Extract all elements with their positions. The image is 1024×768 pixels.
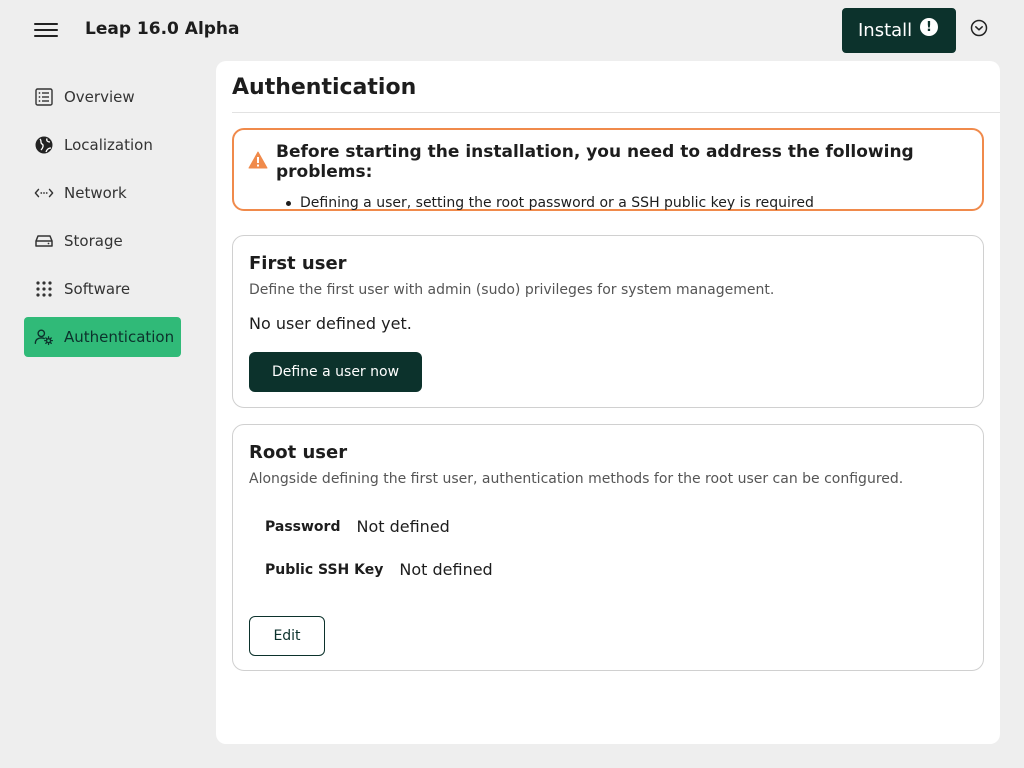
install-warning-icon: ! xyxy=(920,18,938,36)
sidebar-item-network[interactable]: Network xyxy=(24,173,181,213)
sidebar-item-storage[interactable]: Storage xyxy=(24,221,181,261)
app-title: Leap 16.0 Alpha xyxy=(85,19,240,39)
globe-icon xyxy=(34,135,54,155)
main-panel: Authentication Before starting the insta… xyxy=(216,61,1000,744)
network-icon xyxy=(34,183,54,203)
warning-icon xyxy=(248,151,268,173)
sidebar-item-software[interactable]: Software xyxy=(24,269,181,309)
sidebar-item-overview[interactable]: Overview xyxy=(24,77,181,117)
install-button[interactable]: Install ! xyxy=(842,8,956,53)
menu-toggle-icon[interactable] xyxy=(34,20,58,40)
first-user-title: First user xyxy=(249,253,347,274)
title-divider xyxy=(232,112,1000,113)
storage-icon xyxy=(34,231,54,251)
warning-alert: Before starting the installation, you ne… xyxy=(232,128,984,211)
sidebar-item-localization[interactable]: Localization xyxy=(24,125,181,165)
sidebar-item-label: Storage xyxy=(64,232,123,250)
apps-grid-icon xyxy=(34,279,54,299)
root-password-row: Password Not defined xyxy=(265,517,450,536)
sidebar-item-label: Network xyxy=(64,184,127,202)
first-user-status: No user defined yet. xyxy=(249,314,412,333)
sidebar-nav: Overview Localization Network Storage So… xyxy=(24,77,184,365)
alert-list-item: Defining a user, setting the root passwo… xyxy=(286,195,968,211)
root-user-title: Root user xyxy=(249,442,348,463)
alert-title: Before starting the installation, you ne… xyxy=(276,142,914,182)
edit-root-button[interactable]: Edit xyxy=(249,616,325,656)
sidebar-item-label: Software xyxy=(64,280,131,298)
ssh-key-label: Public SSH Key xyxy=(265,561,384,578)
password-value: Not defined xyxy=(356,517,450,536)
install-button-label: Install xyxy=(858,20,913,41)
top-bar: Leap 16.0 Alpha Install ! xyxy=(0,0,1024,60)
password-label: Password xyxy=(265,518,341,535)
alert-item-text: Defining a user, setting the root passwo… xyxy=(300,195,814,211)
sidebar-item-label: Localization xyxy=(64,136,153,154)
first-user-description: Define the first user with admin (sudo) … xyxy=(249,282,775,298)
chevron-down-icon[interactable] xyxy=(969,18,989,38)
sidebar-item-authentication[interactable]: Authentication xyxy=(24,317,181,357)
sidebar-item-label: Authentication xyxy=(64,328,175,346)
root-ssh-key-row: Public SSH Key Not defined xyxy=(265,560,493,579)
ssh-key-value: Not defined xyxy=(399,560,493,579)
first-user-card: First user Define the first user with ad… xyxy=(232,235,984,408)
page-title: Authentication xyxy=(232,75,417,100)
root-user-description: Alongside defining the first user, authe… xyxy=(249,471,904,487)
define-user-button[interactable]: Define a user now xyxy=(249,352,422,392)
root-user-card: Root user Alongside defining the first u… xyxy=(232,424,984,671)
list-icon xyxy=(34,87,54,107)
user-settings-icon xyxy=(34,327,54,347)
sidebar-item-label: Overview xyxy=(64,88,135,106)
